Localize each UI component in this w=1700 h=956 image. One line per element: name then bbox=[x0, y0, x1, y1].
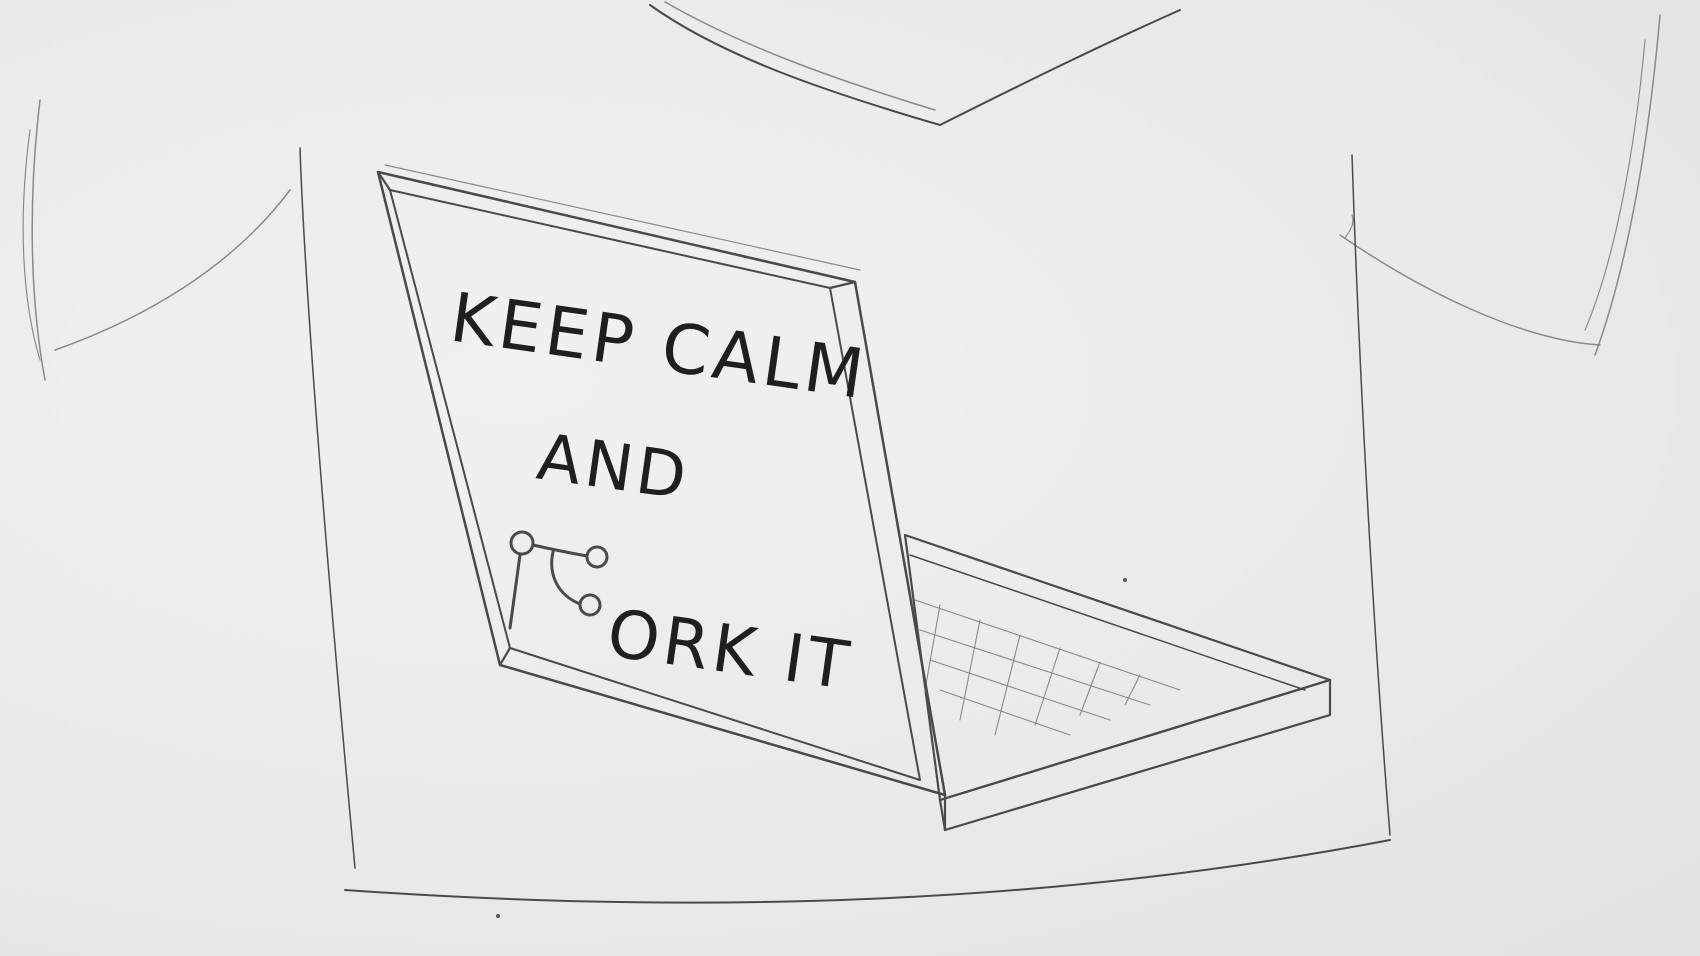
tshirt-collar bbox=[649, 1, 1181, 126]
screen-line-fork-it: ORK IT bbox=[603, 595, 857, 705]
screen-line-and: AND bbox=[533, 421, 695, 516]
tshirt-right-sleeve bbox=[1339, 14, 1661, 356]
pencil-dot bbox=[1123, 578, 1127, 582]
sketch-paper: KEEP CALM AND ORK IT bbox=[0, 0, 1700, 956]
laptop-base bbox=[903, 533, 1332, 832]
tshirt-left-sleeve bbox=[22, 99, 291, 381]
git-fork-icon bbox=[508, 530, 609, 630]
screen-line-keep-calm: KEEP CALM bbox=[446, 279, 873, 416]
screen-text: KEEP CALM AND ORK IT bbox=[446, 279, 873, 705]
tshirt-body bbox=[299, 147, 1391, 904]
tshirt-sketch: KEEP CALM AND ORK IT bbox=[22, 1, 1661, 918]
pencil-dot bbox=[496, 914, 500, 918]
keyboard-grid bbox=[914, 599, 1181, 736]
